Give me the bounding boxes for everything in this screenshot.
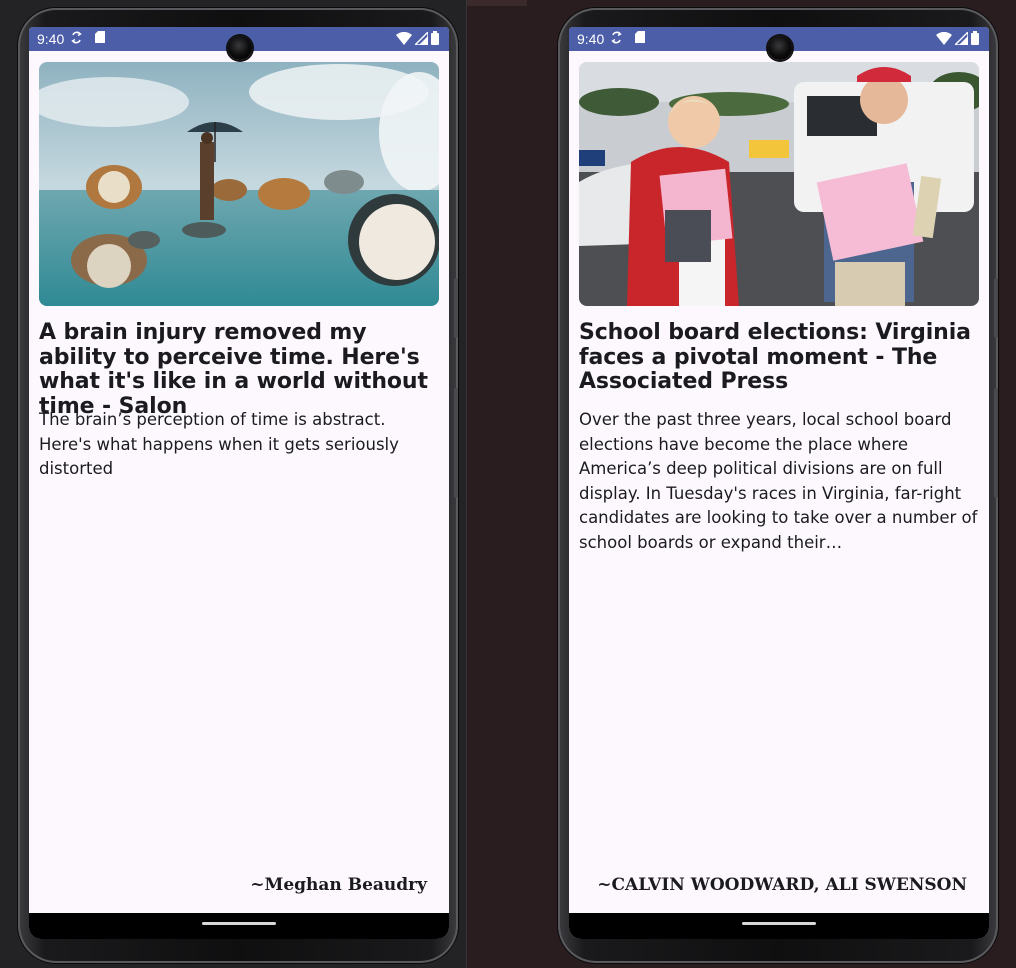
status-icons: [936, 31, 979, 45]
screen-right: 9:40 School board elections: Virginia fa…: [569, 27, 989, 939]
battery-icon: [971, 31, 979, 45]
article-description: The brain’s perception of time is abstra…: [39, 410, 399, 478]
volume-button: [994, 278, 998, 338]
emulator-tab-strip: [467, 0, 527, 6]
article-image[interactable]: [579, 62, 979, 306]
sync-icon: [611, 31, 622, 47]
home-handle[interactable]: [742, 922, 816, 925]
volume-button: [454, 278, 458, 338]
gesture-nav-bar: [29, 913, 449, 939]
gesture-nav-bar: [569, 913, 989, 939]
front-camera: [228, 36, 252, 60]
home-handle[interactable]: [202, 922, 276, 925]
sd-card-icon: [95, 31, 105, 46]
cell-signal-icon: [415, 31, 428, 45]
article-image[interactable]: [39, 62, 439, 306]
status-icons: [396, 31, 439, 45]
wifi-icon: [936, 31, 952, 45]
emulator-divider: [466, 0, 467, 968]
article-description: Over the past three years, local school …: [579, 410, 978, 552]
cell-signal-icon: [955, 31, 968, 45]
device-frame-left: 9:40 A brain injury removed my ability t…: [18, 8, 458, 963]
wifi-icon: [396, 31, 412, 45]
article-title[interactable]: School board elections: Virginia faces a…: [579, 320, 983, 395]
status-time: 9:40: [577, 31, 605, 47]
device-frame-right: 9:40 School board elections: Virginia fa…: [558, 8, 998, 963]
battery-icon: [431, 31, 439, 45]
sync-icon: [71, 31, 82, 47]
article-title[interactable]: A brain injury removed my ability to per…: [39, 320, 443, 419]
article-author: ~Meghan Beaudry: [250, 875, 427, 895]
power-button: [454, 388, 458, 498]
screen-left: 9:40 A brain injury removed my ability t…: [29, 27, 449, 939]
front-camera: [768, 36, 792, 60]
sd-card-icon: [635, 31, 645, 46]
power-button: [994, 388, 998, 498]
article-author: ~CALVIN WOODWARD, ALI SWENSON: [597, 875, 967, 895]
status-time: 9:40: [37, 31, 65, 47]
